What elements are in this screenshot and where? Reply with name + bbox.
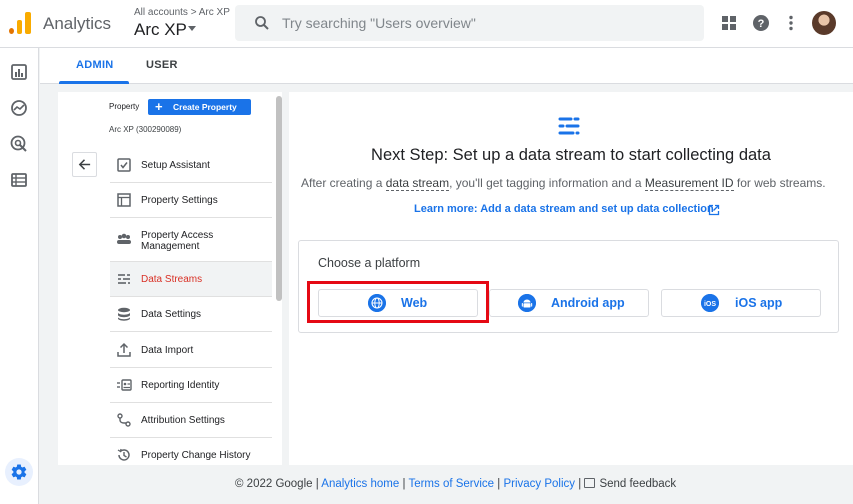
page-title: Next Step: Set up a data stream to start…	[371, 146, 771, 164]
window-icon	[117, 193, 131, 207]
terms-of-service-link[interactable]: Terms of Service	[408, 478, 494, 490]
tab-admin[interactable]: ADMIN	[76, 59, 114, 71]
setup-description: After creating a data stream, you'll get…	[301, 176, 826, 191]
nav-item-label: Property Settings	[141, 195, 218, 206]
gear-icon	[11, 464, 27, 480]
history-icon	[117, 448, 130, 461]
nav-item-data-import[interactable]: Data Import	[110, 333, 272, 368]
search-bar[interactable]: Try searching "Users overview"	[235, 5, 704, 41]
account-breadcrumb[interactable]: All accounts > Arc XP	[134, 7, 230, 18]
nav-item-label: Attribution Settings	[141, 415, 225, 426]
android-icon	[518, 294, 536, 312]
nav-item-label: Property Change History	[141, 450, 251, 461]
nav-item-property-settings[interactable]: Property Settings	[110, 183, 272, 218]
analytics-home-link[interactable]: Analytics home	[321, 478, 399, 490]
attribution-icon	[117, 413, 131, 427]
property-label: Property	[109, 102, 140, 111]
create-property-label: Create Property	[173, 102, 237, 112]
copyright-text: © 2022 Google	[235, 478, 313, 490]
nav-item-label: Setup Assistant	[141, 160, 210, 171]
privacy-policy-link[interactable]: Privacy Policy	[503, 478, 575, 490]
configure-list-icon[interactable]	[10, 171, 28, 189]
nav-item-attribution-settings[interactable]: Attribution Settings	[110, 403, 272, 438]
admin-settings-button[interactable]	[5, 458, 33, 486]
data-stream-setup-card: Next Step: Set up a data stream to start…	[289, 92, 853, 465]
property-panel: Property + Create Property Arc XP (30029…	[58, 92, 282, 465]
admin-user-tabs: ADMIN USER	[40, 48, 853, 84]
create-property-button[interactable]: + Create Property	[148, 99, 251, 115]
apps-grid-icon[interactable]	[720, 14, 738, 32]
measurement-id-tooltip-link[interactable]: Measurement ID	[644, 176, 734, 191]
send-feedback-button[interactable]: Send feedback	[584, 478, 676, 490]
nav-item-property-change-history[interactable]: Property Change History	[110, 438, 272, 473]
platform-label: Android app	[551, 296, 625, 310]
identity-icon	[117, 379, 132, 391]
plus-icon: +	[155, 99, 163, 114]
ios-platform-button[interactable]: iOS iOS app	[661, 289, 821, 317]
app-name: Analytics	[43, 14, 112, 33]
android-platform-button[interactable]: Android app	[489, 289, 649, 317]
nav-item-reporting-identity[interactable]: Reporting Identity	[110, 368, 272, 403]
platform-label: iOS app	[735, 296, 783, 310]
panel-scrollbar[interactable]	[276, 96, 282, 301]
data-streams-icon	[118, 274, 130, 284]
reports-icon[interactable]	[10, 63, 28, 81]
nav-item-property-access-management[interactable]: Property Access Management	[110, 218, 272, 262]
feedback-icon	[584, 478, 596, 488]
open-in-new-icon[interactable]	[708, 204, 720, 216]
active-tab-indicator	[59, 81, 129, 84]
property-selector[interactable]: Arc XP (300290089)	[109, 125, 181, 134]
nav-item-label: Reporting Identity	[141, 380, 220, 391]
arrow-back-icon	[78, 159, 91, 170]
description-text: , you'll get tagging information and a	[449, 176, 645, 190]
advertising-icon[interactable]	[10, 135, 28, 153]
data-streams-icon	[558, 117, 580, 135]
choose-platform-heading: Choose a platform	[318, 256, 421, 270]
help-icon[interactable]: ?	[752, 14, 770, 32]
more-vert-icon[interactable]	[782, 14, 800, 32]
nav-item-data-settings[interactable]: Data Settings	[110, 297, 272, 332]
svg-text:iOS: iOS	[704, 301, 716, 308]
web-button-highlight-box	[307, 281, 489, 323]
nav-item-setup-assistant[interactable]: Setup Assistant	[110, 148, 272, 183]
page-footer: © 2022 Google | Analytics home | Terms o…	[235, 478, 677, 490]
ios-icon: iOS	[701, 294, 719, 312]
account-selector[interactable]: Arc XP	[134, 20, 187, 40]
avatar[interactable]	[812, 11, 836, 35]
send-feedback-label: Send feedback	[599, 478, 677, 490]
top-app-bar: Analytics All accounts > Arc XP Arc XP T…	[0, 0, 853, 48]
nav-item-data-streams[interactable]: Data Streams	[110, 262, 272, 297]
data-stream-tooltip-link[interactable]: data stream	[385, 176, 450, 191]
upload-icon	[117, 342, 131, 357]
chevron-down-icon[interactable]	[188, 26, 196, 31]
svg-text:?: ?	[758, 18, 765, 30]
tab-user[interactable]: USER	[146, 59, 178, 71]
nav-item-label: Data Streams	[141, 274, 203, 285]
nav-item-label: Data Settings	[141, 309, 202, 320]
description-text: After creating a	[301, 176, 386, 190]
database-icon	[118, 307, 130, 321]
explore-icon[interactable]	[10, 99, 28, 117]
checkbox-icon	[117, 158, 131, 172]
back-button[interactable]	[72, 152, 97, 177]
analytics-logo-icon[interactable]	[9, 12, 31, 34]
search-icon	[255, 16, 269, 30]
nav-item-label: Data Import	[141, 345, 194, 356]
left-nav-rail	[0, 48, 39, 504]
people-icon	[117, 233, 131, 244]
search-placeholder: Try searching "Users overview"	[282, 15, 476, 31]
learn-more-link[interactable]: Learn more: Add a data stream and set up…	[414, 203, 714, 215]
description-text: for web streams.	[733, 176, 826, 190]
nav-item-label: Property Access Management	[141, 230, 214, 252]
